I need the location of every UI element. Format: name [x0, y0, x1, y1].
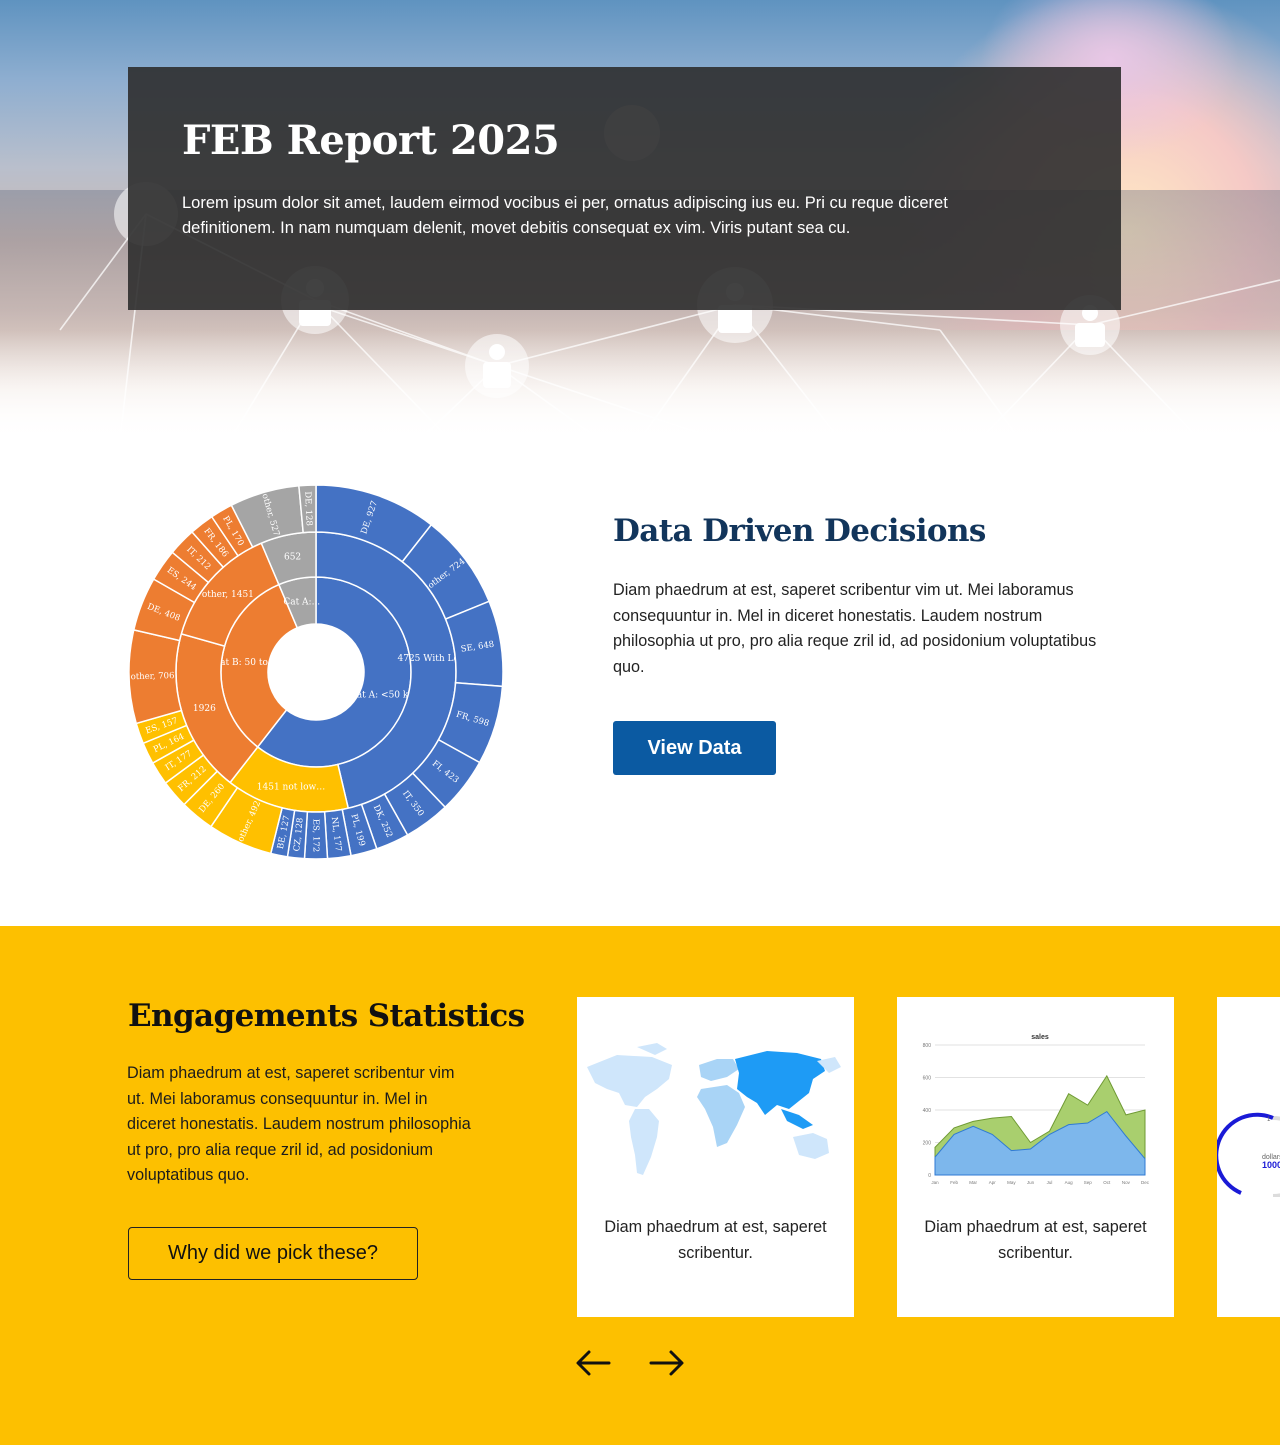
sunburst-label: 652 — [284, 552, 301, 562]
sunburst-label: ES, 172 — [311, 819, 321, 852]
x-tick-label: Oct — [1103, 1180, 1111, 1185]
sunburst-label: other, 706 — [131, 671, 175, 682]
arrow-left-icon[interactable] — [573, 1348, 613, 1378]
x-tick-label: Sep — [1084, 1180, 1093, 1185]
sunburst-label: 1451 not low… — [257, 782, 325, 792]
x-tick-label: Aug — [1065, 1180, 1074, 1185]
section-description: Diam phaedrum at est, saperet scribentur… — [613, 581, 1097, 676]
x-tick-label: Apr — [989, 1180, 997, 1185]
y-tick-label: 400 — [923, 1108, 932, 1114]
hero-card: FEB Report 2025 Lorem ipsum dolor sit am… — [128, 67, 1121, 310]
chart-title: sales — [1031, 1034, 1049, 1041]
x-tick-label: Jan — [931, 1180, 939, 1185]
section-title: Engagements Statistics — [128, 998, 525, 1034]
card-caption: Diam phaedrum at est, saperet scribentur… — [924, 1218, 1147, 1262]
sunburst-label: Cat B: 50 to… — [213, 658, 277, 668]
x-tick-label: Jul — [1047, 1180, 1053, 1185]
gauge-image: 1 dollars 1000 — [1214, 1112, 1280, 1198]
why-button[interactable]: Why did we pick these? — [128, 1227, 418, 1280]
sunburst-chart: Cat A: <50 k…Cat B: 50 to…Cat A:...4725 … — [128, 484, 504, 860]
arrow-right-icon[interactable] — [647, 1348, 687, 1378]
x-tick-label: May — [1007, 1180, 1016, 1185]
view-data-button[interactable]: View Data — [613, 721, 776, 775]
stat-card[interactable]: Diam phaedrum at est, saperet scribentur… — [577, 997, 854, 1317]
y-tick-label: 600 — [923, 1076, 932, 1082]
y-tick-label: 800 — [923, 1043, 932, 1049]
hero-description: Lorem ipsum dolor sit amet, laudem eirmo… — [182, 194, 948, 237]
section-title: Data Driven Decisions — [613, 513, 986, 549]
world-map-image — [587, 1043, 841, 1175]
area-chart-image: sales 0 200 400 600 800 Jan Feb Mar Apr May Jun Jul A… — [923, 1034, 1150, 1185]
sunburst-label: other, 1451 — [202, 590, 254, 600]
x-tick-label: Feb — [950, 1180, 958, 1185]
hero-fade — [0, 330, 1280, 440]
hero-banner: FEB Report 2025 Lorem ipsum dolor sit am… — [0, 0, 1280, 440]
x-tick-label: Jun — [1027, 1180, 1035, 1185]
x-tick-label: Dec — [1141, 1180, 1150, 1185]
sunburst-label: Cat A:... — [283, 597, 320, 607]
engagements-section: Engagements Statistics Diam phaedrum at … — [0, 926, 1280, 1445]
x-tick-label: Mar — [969, 1180, 977, 1185]
sunburst-label: 1926 — [193, 704, 216, 714]
area-series — [934, 1110, 1146, 1176]
y-tick-label: 200 — [923, 1141, 932, 1147]
gauge-value: 1000 — [1262, 1160, 1280, 1170]
y-tick-label: 0 — [928, 1173, 931, 1179]
page-title: FEB Report 2025 — [182, 117, 560, 164]
sunburst-label: DE, 128 — [302, 491, 314, 526]
section-description: Diam phaedrum at est, saperet scribentur… — [127, 1064, 471, 1185]
card-caption: Diam phaedrum at est, saperet scribentur… — [604, 1218, 827, 1262]
x-tick-label: Nov — [1122, 1180, 1131, 1185]
stat-card[interactable]: sales 0 200 400 600 800 Jan Feb Mar Apr May Jun Jul A… — [897, 997, 1174, 1317]
stat-card[interactable]: 1 dollars 1000 — [1214, 997, 1280, 1317]
